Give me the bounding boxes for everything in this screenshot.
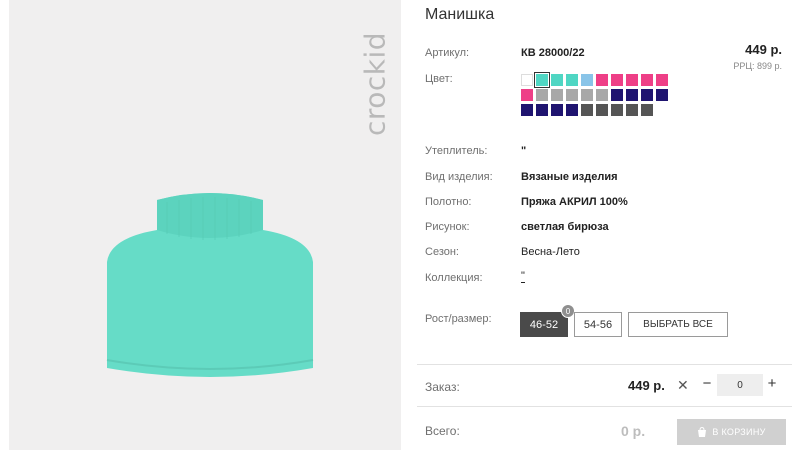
multiply-icon: ✕ (677, 377, 689, 393)
select-all-sizes-button[interactable]: ВЫБРАТЬ ВСЕ (628, 312, 728, 337)
size-quantity-badge: 0 (561, 304, 575, 318)
add-to-cart-button[interactable]: В КОРЗИНУ (677, 419, 786, 445)
color-swatch[interactable] (626, 89, 638, 101)
color-swatch[interactable] (521, 104, 533, 116)
pattern-value: светлая бирюза (521, 221, 609, 233)
brand-logo: crockid (355, 14, 395, 154)
article-label: Артикул: (425, 47, 470, 59)
divider (417, 406, 792, 407)
color-swatch[interactable] (641, 74, 653, 86)
fabric-label: Полотно: (425, 196, 472, 208)
color-swatch[interactable] (641, 104, 653, 116)
collection-label: Коллекция: (425, 272, 483, 284)
color-swatch[interactable] (551, 89, 563, 101)
divider (417, 364, 792, 365)
color-swatch[interactable] (611, 89, 623, 101)
pattern-label: Рисунок: (425, 221, 470, 233)
size-button-54-56[interactable]: 54-56 (574, 312, 622, 337)
collection-link[interactable]: " (521, 270, 525, 283)
color-swatch[interactable] (596, 104, 608, 116)
color-swatch[interactable] (566, 89, 578, 101)
color-swatch[interactable] (626, 74, 638, 86)
season-value: Весна-Лето (521, 246, 580, 258)
quantity-input[interactable]: 0 (717, 374, 763, 396)
color-swatch[interactable] (581, 89, 593, 101)
color-swatch[interactable] (641, 89, 653, 101)
product-image-panel: crockid (9, 0, 401, 450)
total-value: 0 р. (621, 423, 646, 439)
color-swatch[interactable] (611, 74, 623, 86)
total-label: Всего: (425, 424, 460, 438)
order-label: Заказ: (425, 380, 460, 394)
color-swatch[interactable] (566, 74, 578, 86)
color-swatch[interactable] (566, 104, 578, 116)
cart-icon (698, 426, 707, 437)
color-swatch[interactable] (626, 104, 638, 116)
decrease-quantity-button[interactable]: − (700, 375, 714, 395)
season-label: Сезон: (425, 246, 459, 258)
color-swatch[interactable] (521, 74, 533, 86)
insulation-label: Утеплитель: (425, 145, 488, 157)
color-swatch[interactable] (536, 104, 548, 116)
type-label: Вид изделия: (425, 171, 493, 183)
color-swatch[interactable] (656, 89, 668, 101)
type-value: Вязаные изделия (521, 171, 618, 183)
color-swatch[interactable] (611, 104, 623, 116)
product-title: Манишка (425, 6, 495, 23)
color-swatch-list (521, 72, 671, 116)
color-label: Цвет: (425, 73, 453, 85)
recommended-retail-price: РРЦ: 899 р. (733, 61, 782, 71)
size-button-46-52[interactable]: 46-52 (520, 312, 568, 337)
color-swatch[interactable] (596, 74, 608, 86)
color-swatch[interactable] (581, 74, 593, 86)
color-swatch[interactable] (536, 89, 548, 101)
color-swatch[interactable] (551, 104, 563, 116)
add-to-cart-label: В КОРЗИНУ (712, 427, 766, 437)
fabric-value: Пряжа АКРИЛ 100% (521, 196, 628, 208)
color-swatch[interactable] (656, 74, 668, 86)
color-swatch[interactable] (581, 104, 593, 116)
order-price: 449 р. (628, 378, 665, 393)
product-price: 449 р. (745, 42, 782, 57)
color-swatch[interactable] (596, 89, 608, 101)
insulation-value: " (521, 145, 527, 157)
article-value: КВ 28000/22 (521, 47, 585, 59)
color-swatch[interactable] (521, 89, 533, 101)
size-label: Рост/размер: (425, 313, 492, 325)
color-swatch[interactable] (534, 72, 550, 88)
color-swatch[interactable] (551, 74, 563, 86)
product-photo (106, 193, 314, 377)
increase-quantity-button[interactable]: + (765, 375, 779, 395)
brand-logo-text: crockid (358, 31, 392, 137)
